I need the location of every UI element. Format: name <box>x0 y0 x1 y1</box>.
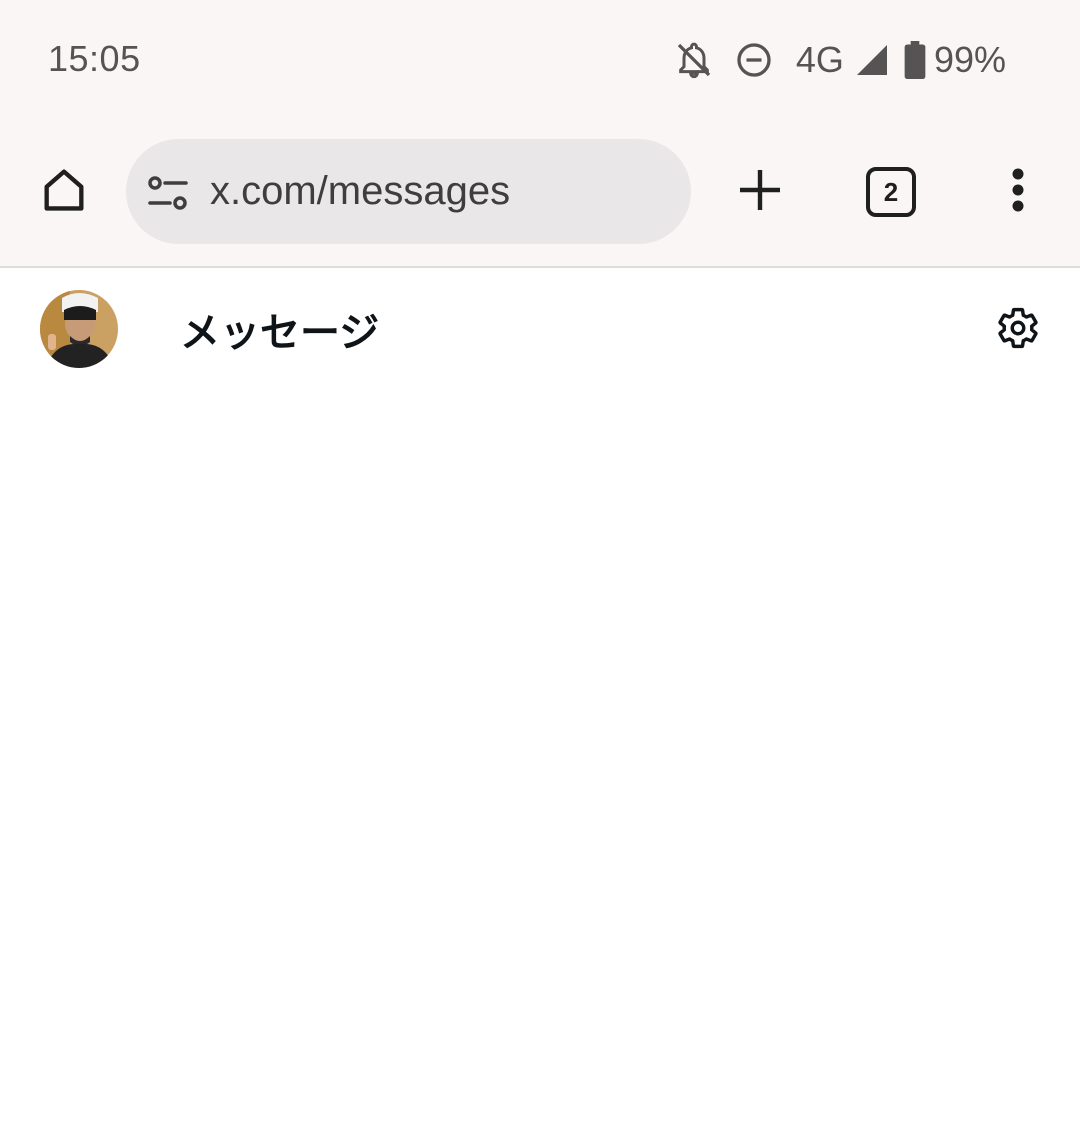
avatar[interactable] <box>40 290 118 368</box>
home-icon <box>38 164 90 221</box>
status-icons: 4G 99% <box>674 38 1006 82</box>
status-time: 15:05 <box>48 38 141 79</box>
toolbar-divider <box>0 266 1080 268</box>
settings-button[interactable] <box>994 306 1042 354</box>
settings-gear-icon <box>995 305 1041 356</box>
signal-icon <box>854 42 890 78</box>
more-menu-button[interactable] <box>996 166 1040 218</box>
new-tab-button[interactable] <box>734 166 786 218</box>
home-button[interactable] <box>36 164 92 220</box>
notifications-off-icon <box>674 40 714 80</box>
do-not-disturb-icon <box>734 40 774 80</box>
address-bar[interactable]: x.com/messages <box>126 139 691 244</box>
new-tab-icon <box>736 166 784 219</box>
status-bar: 15:05 4G 99% <box>0 0 1080 120</box>
battery-icon <box>904 41 926 79</box>
battery-percent: 99% <box>933 39 1006 80</box>
url-text[interactable]: x.com/messages <box>210 169 510 214</box>
site-settings-icon[interactable] <box>146 173 190 213</box>
network-type: 4G <box>795 39 844 80</box>
tab-switcher-button[interactable]: 2 <box>866 167 916 217</box>
tab-count: 2 <box>883 176 899 207</box>
more-vert-icon <box>1011 167 1025 218</box>
page-title: メッセージ <box>180 311 380 355</box>
